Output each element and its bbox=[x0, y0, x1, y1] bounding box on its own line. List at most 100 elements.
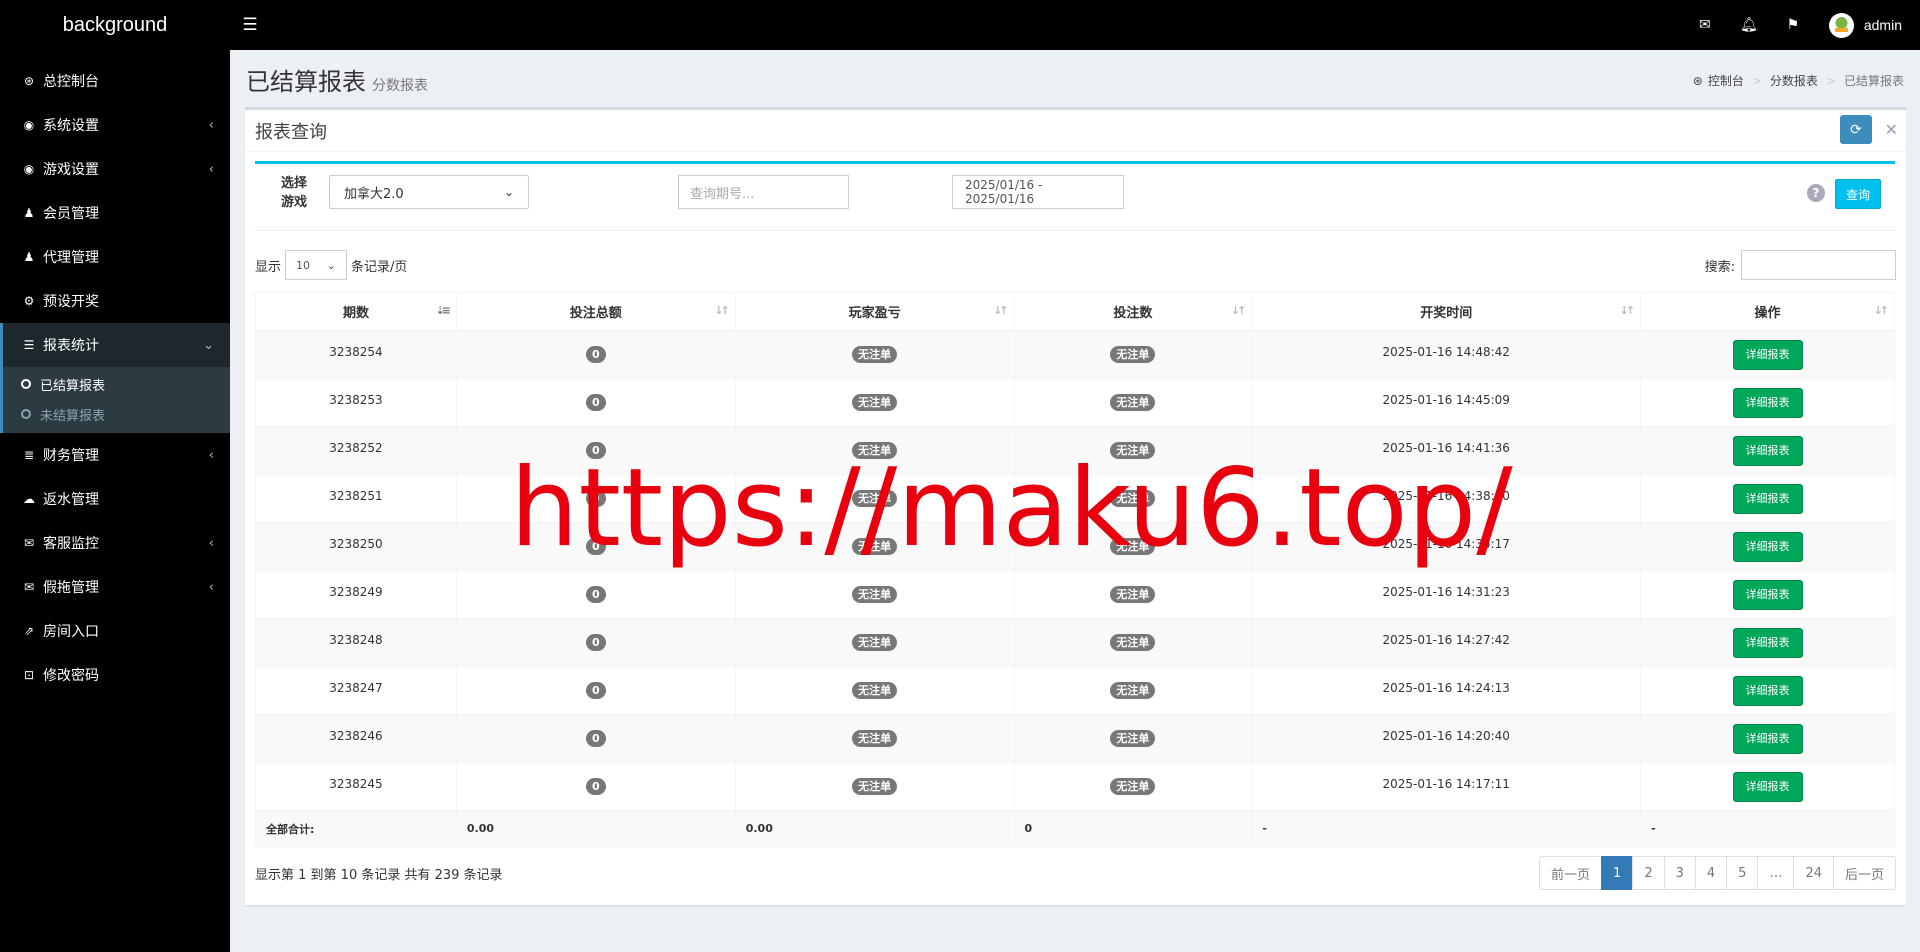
totals-row: 全部合计: 0.00 0.00 0- - bbox=[255, 810, 1895, 847]
pagination-prev-button[interactable]: 前一页 bbox=[1539, 856, 1603, 890]
page-length-select[interactable]: 10 ⌄ bbox=[285, 250, 348, 280]
cell-time: 2025-01-16 14:20:40 bbox=[1251, 714, 1642, 763]
cell-time: 2025-01-16 14:27:42 bbox=[1251, 618, 1642, 667]
cell-time: 2025-01-16 14:24:13 bbox=[1251, 666, 1642, 715]
detail-report-button[interactable]: 详细报表 bbox=[1732, 675, 1803, 706]
pagination-page-button[interactable]: 4 bbox=[1694, 856, 1728, 890]
pagination-page-button: … bbox=[1757, 856, 1795, 890]
sidebar-subitem-0[interactable]: 已结算报表 bbox=[3, 369, 230, 399]
cell-profit: 无注单 bbox=[734, 330, 1015, 379]
cell-profit: 无注单 bbox=[734, 714, 1015, 763]
column-header-period[interactable]: 期数 ⇣≡ bbox=[255, 292, 457, 332]
sidebar-item-label: 财务管理 bbox=[43, 448, 99, 464]
sort-icon[interactable]: ↓↑ bbox=[714, 304, 730, 317]
sidebar-item-10[interactable]: ✉ 假拖管理 ‹ bbox=[0, 565, 230, 609]
table-row: 3238249 0 无注单 无注单 2025-01-16 14:31:23 详细报表 bbox=[255, 570, 1895, 619]
sort-icon[interactable]: ↓↑ bbox=[993, 304, 1009, 317]
sidebar-item-0[interactable]: ⊛ 总控制台 bbox=[0, 59, 230, 103]
sidebar-item-label: 假拖管理 bbox=[43, 580, 99, 596]
no-bet-badge: 无注单 bbox=[852, 634, 898, 651]
pagination-page-button[interactable]: 5 bbox=[1726, 856, 1759, 890]
envelope-icon[interactable]: ✉ bbox=[1683, 17, 1727, 33]
database-icon: ≣ bbox=[23, 448, 35, 462]
no-bet-badge: 无注单 bbox=[1110, 778, 1156, 795]
cell-action: 详细报表 bbox=[1640, 426, 1895, 475]
no-bet-badge: 无注单 bbox=[1110, 442, 1156, 459]
app-logo[interactable]: background bbox=[0, 14, 230, 37]
detail-report-button[interactable]: 详细报表 bbox=[1732, 531, 1803, 562]
table-header-row: 期数 ⇣≡ 投注总额 ↓↑ 玩家盈亏 ↓↑ 投注数 ↓↑ 开奖时间 ↓↑ 操作 ↓↑ bbox=[255, 292, 1895, 332]
column-header-profit[interactable]: 玩家盈亏 ↓↑ bbox=[734, 292, 1015, 332]
detail-report-button[interactable]: 详细报表 bbox=[1732, 435, 1803, 466]
search-input[interactable] bbox=[1741, 250, 1896, 280]
cell-profit: 无注单 bbox=[734, 474, 1015, 523]
total-badge: 0 bbox=[585, 682, 606, 699]
sidebar-item-6[interactable]: ☰ 报表统计 ⌄ bbox=[0, 323, 230, 367]
detail-report-button[interactable]: 详细报表 bbox=[1732, 627, 1803, 658]
pagination-page-button[interactable]: 2 bbox=[1632, 856, 1665, 890]
column-header-count[interactable]: 投注数 ↓↑ bbox=[1013, 292, 1253, 332]
cell-count: 无注单 bbox=[1013, 762, 1253, 811]
sort-icon[interactable]: ↓↑ bbox=[1620, 304, 1636, 317]
cell-total: 0 bbox=[455, 666, 736, 715]
sidebar-item-label: 会员管理 bbox=[43, 206, 99, 222]
menu-toggle-icon[interactable]: ☰ bbox=[230, 0, 270, 50]
column-header-time[interactable]: 开奖时间 ↓↑ bbox=[1251, 292, 1642, 332]
sidebar-item-1[interactable]: ◉ 系统设置 ‹ bbox=[0, 103, 230, 147]
refresh-button[interactable]: ⟳ bbox=[1840, 115, 1872, 144]
detail-report-button[interactable]: 详细报表 bbox=[1732, 387, 1803, 418]
sidebar-item-5[interactable]: ⚙ 预设开奖 bbox=[0, 279, 230, 323]
close-icon[interactable]: ✕ bbox=[1885, 120, 1898, 139]
detail-report-button[interactable]: 详细报表 bbox=[1732, 339, 1803, 370]
no-bet-badge: 无注单 bbox=[1110, 634, 1156, 651]
pagination-next-button[interactable]: 后一页 bbox=[1832, 856, 1896, 890]
period-search-input[interactable]: 查询期号... bbox=[678, 175, 849, 209]
detail-report-button[interactable]: 详细报表 bbox=[1732, 723, 1803, 754]
chevron-left-icon: ‹ bbox=[208, 535, 214, 551]
pagination-page-button[interactable]: 3 bbox=[1663, 856, 1696, 890]
detail-report-button[interactable]: 详细报表 bbox=[1732, 771, 1803, 802]
query-button[interactable]: 查询 bbox=[1835, 179, 1881, 209]
cell-time: 2025-01-16 14:41:36 bbox=[1251, 426, 1642, 475]
sort-icon[interactable]: ↓↑ bbox=[1874, 304, 1890, 317]
date-range-input[interactable]: 2025/01/16 - 2025/01/16 bbox=[952, 175, 1124, 209]
column-header-total[interactable]: 投注总额 ↓↑ bbox=[455, 292, 736, 332]
circle-icon bbox=[21, 379, 31, 389]
breadcrumb-separator: > bbox=[1825, 73, 1836, 88]
sidebar-item-4[interactable]: ♟ 代理管理 bbox=[0, 235, 230, 279]
cell-period: 3238253 bbox=[255, 378, 457, 427]
sidebar-subitem-1[interactable]: 未结算报表 bbox=[3, 399, 230, 429]
table-row: 3238246 0 无注单 无注单 2025-01-16 14:20:40 详细报表 bbox=[255, 714, 1895, 763]
no-bet-badge: 无注单 bbox=[1110, 394, 1156, 411]
detail-report-button[interactable]: 详细报表 bbox=[1732, 579, 1803, 610]
flag-icon[interactable]: ⚑ bbox=[1771, 17, 1815, 33]
detail-report-button[interactable]: 详细报表 bbox=[1732, 483, 1803, 514]
game-select[interactable]: 加拿大2.0 ⌄ bbox=[329, 175, 529, 209]
sidebar-item-7[interactable]: ≣ 财务管理 ‹ bbox=[0, 433, 230, 477]
sidebar-item-3[interactable]: ♟ 会员管理 bbox=[0, 191, 230, 235]
sort-icon[interactable]: ↓↑ bbox=[1231, 304, 1247, 317]
sidebar-item-11[interactable]: ⇗ 房间入口 bbox=[0, 609, 230, 653]
column-label: 期数 bbox=[342, 305, 369, 321]
user-menu[interactable]: admin bbox=[1828, 12, 1902, 38]
pagination-page-button[interactable]: 24 bbox=[1793, 856, 1834, 890]
cell-profit: 无注单 bbox=[734, 570, 1015, 619]
filter-bar: 选择游戏 加拿大2.0 ⌄ 查询期号... 2025/01/16 - 2025/… bbox=[255, 161, 1895, 231]
sort-desc-icon[interactable]: ⇣≡ bbox=[435, 304, 451, 317]
sidebar: ⊛ 总控制台 ◉ 系统设置 ‹ ◉ 游戏设置 ‹ ♟ 会员管理 ♟ 代理管理 ⚙ 预设开奖 ☰ 报表统计 ⌄ 已结… bbox=[0, 50, 230, 952]
cell-count: 无注单 bbox=[1013, 378, 1253, 427]
no-bet-badge: 无注单 bbox=[1110, 490, 1156, 507]
cloud-download-icon: ☁ bbox=[23, 492, 35, 506]
column-header-action[interactable]: 操作 ↓↑ bbox=[1640, 292, 1895, 332]
pagination-page-button[interactable]: 1 bbox=[1601, 856, 1634, 890]
bell-icon[interactable]: 🔔︎ bbox=[1727, 17, 1771, 33]
breadcrumb-item-section[interactable]: 分数报表 bbox=[1770, 72, 1818, 89]
breadcrumb: ⊛ 控制台 > 分数报表 > 已结算报表 bbox=[1693, 72, 1904, 89]
breadcrumb-item-home[interactable]: 控制台 bbox=[1708, 72, 1744, 89]
sidebar-item-8[interactable]: ☁ 返水管理 bbox=[0, 477, 230, 521]
sidebar-item-12[interactable]: ⊡ 修改密码 bbox=[0, 653, 230, 697]
cell-action: 详细报表 bbox=[1640, 714, 1895, 763]
question-icon[interactable]: ? bbox=[1807, 184, 1825, 202]
sidebar-item-9[interactable]: ✉ 客服监控 ‹ bbox=[0, 521, 230, 565]
sidebar-item-2[interactable]: ◉ 游戏设置 ‹ bbox=[0, 147, 230, 191]
